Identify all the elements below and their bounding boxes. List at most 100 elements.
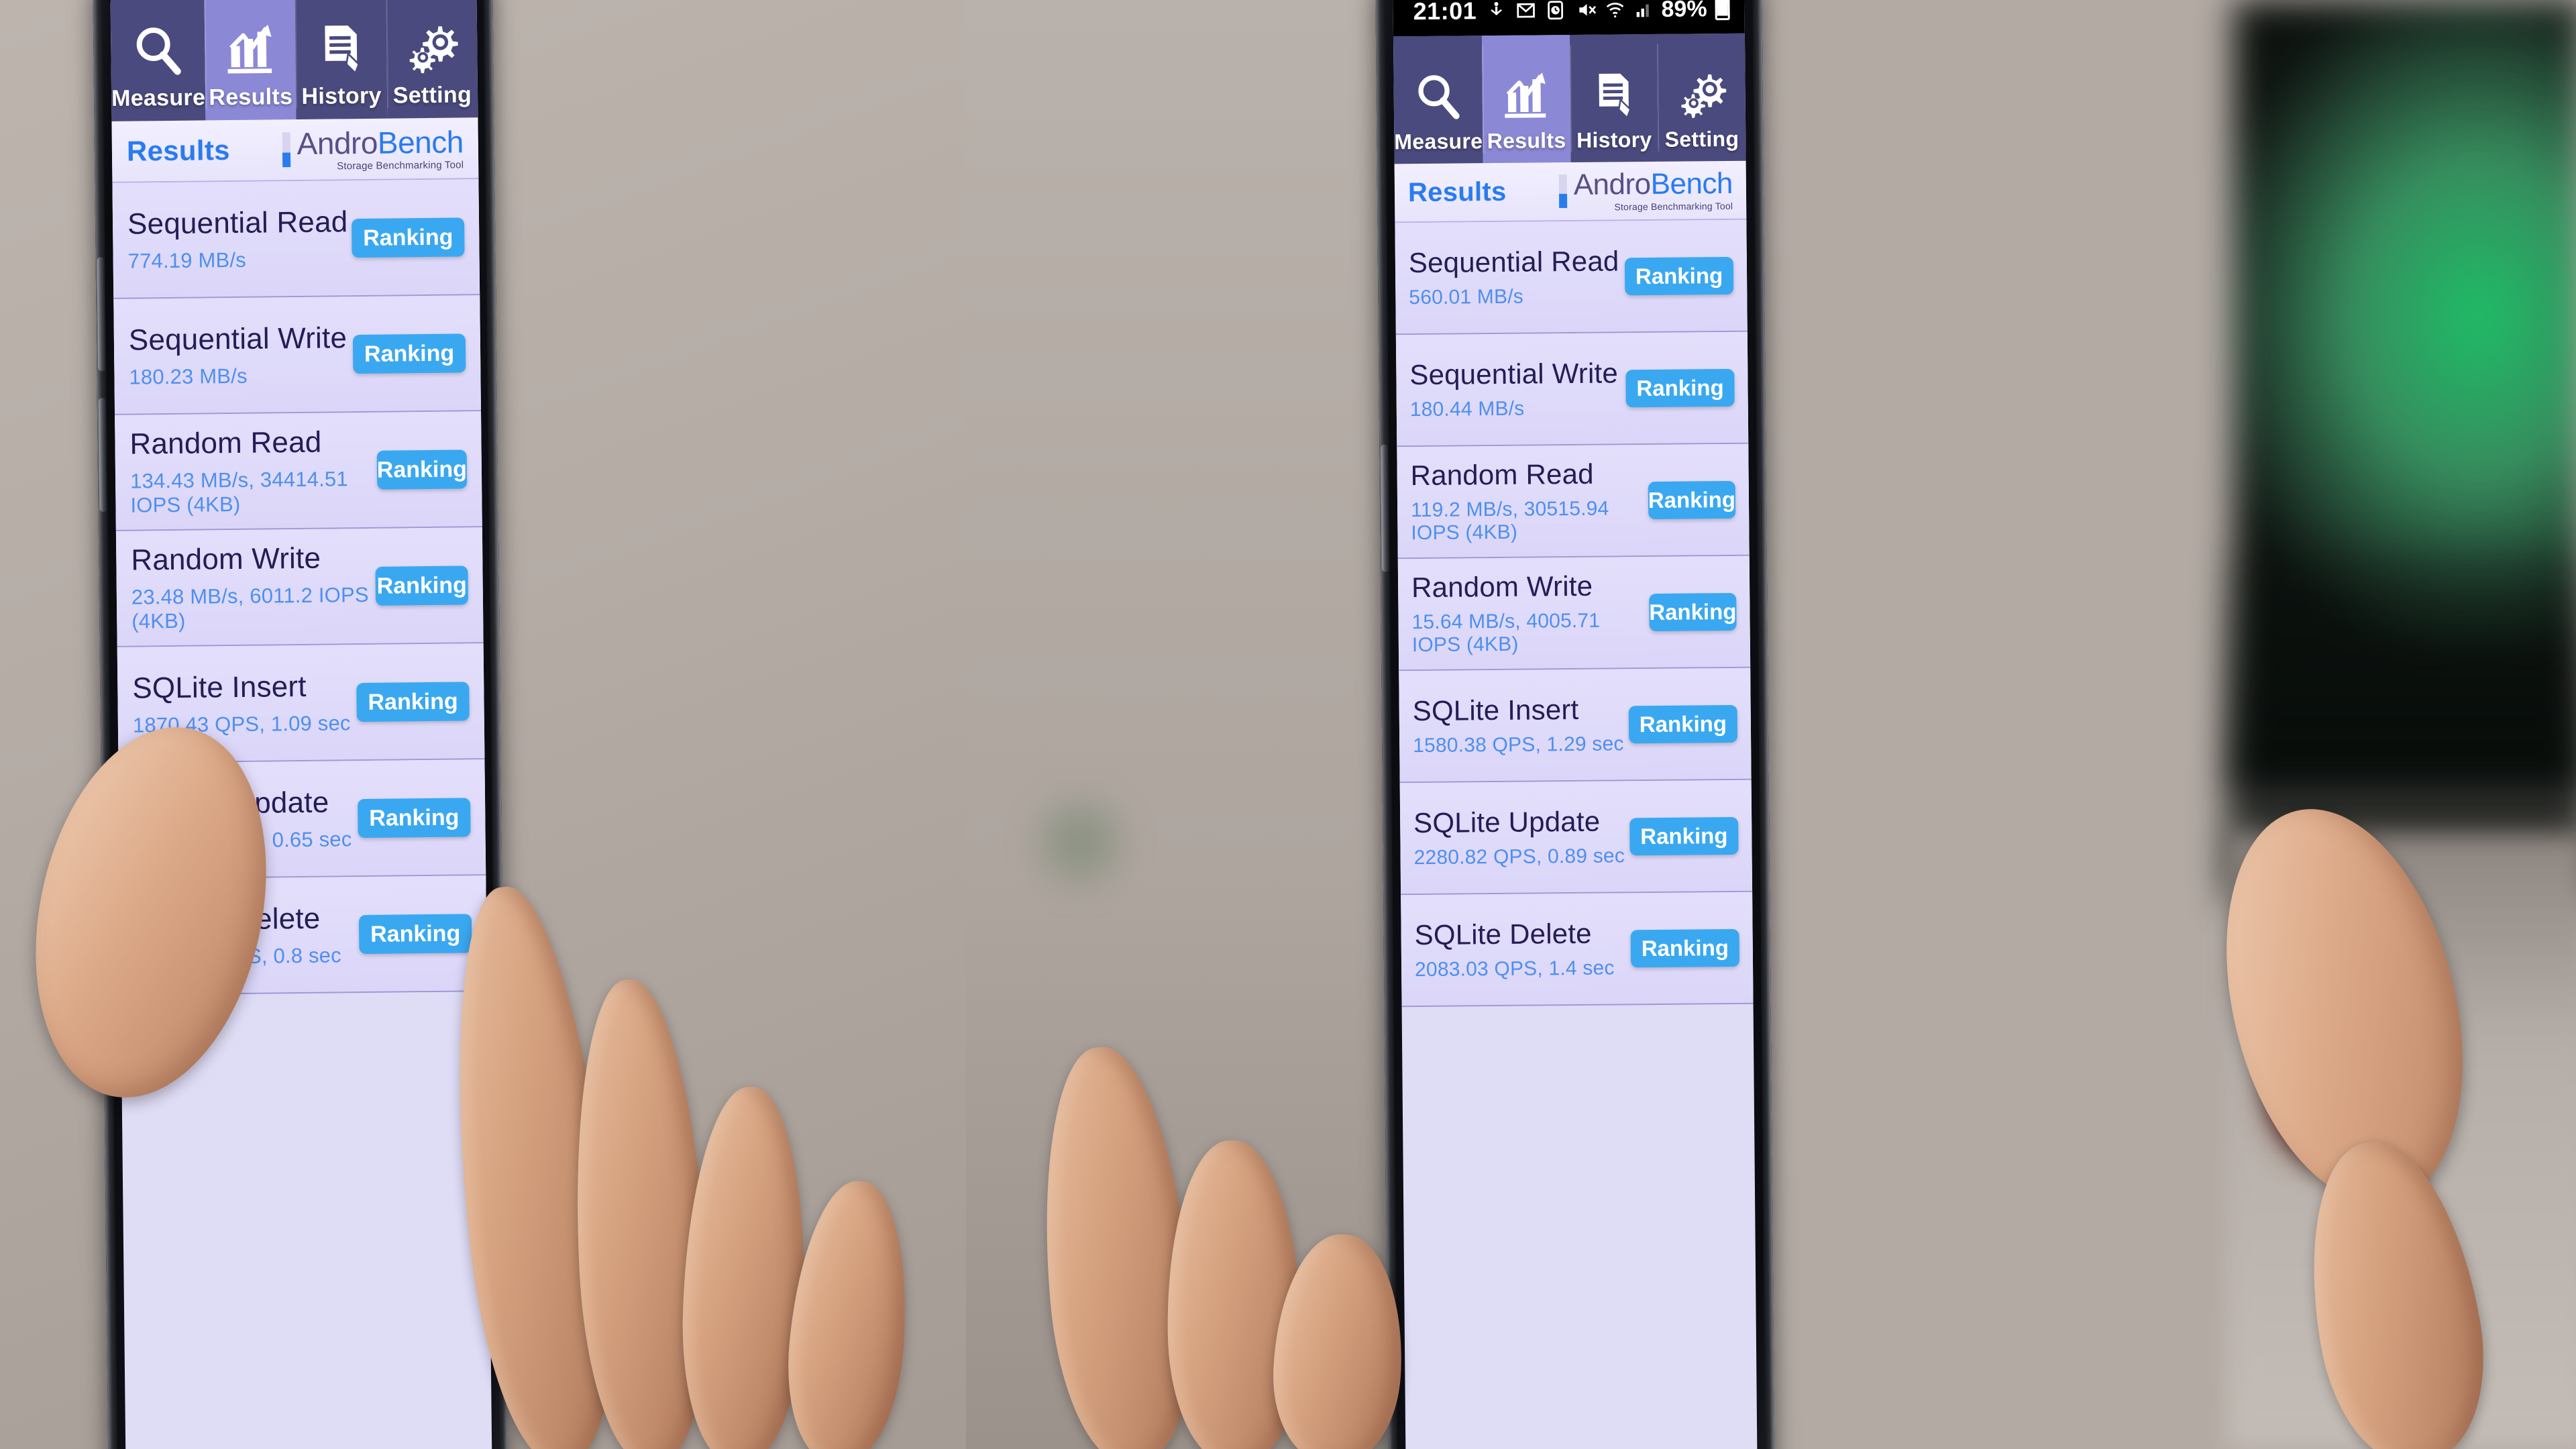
usb-debug-icon <box>1486 1 1506 21</box>
tab-bar-right: Measure Results History Setting <box>1393 33 1746 164</box>
ranking-button[interactable]: Ranking <box>358 797 471 838</box>
background-green-blur <box>1026 778 1134 906</box>
table-row: Random Write 23.48 MB/s, 6011.2 IOPS (4KB… <box>115 527 484 647</box>
mute-icon <box>1576 0 1597 20</box>
ranking-button[interactable]: Ranking <box>375 565 469 606</box>
logo-prefix: Andro <box>297 125 378 161</box>
tab-measure-left[interactable]: Measure <box>110 0 206 121</box>
table-row: SQLite Delete 3402.39 QPS, 0.8 sec Ranking <box>119 875 488 996</box>
volume-button-left-phone[interactable] <box>97 257 106 372</box>
logo-bar-icon <box>282 132 291 168</box>
row-text-block: SQLite Update 2280.82 QPS, 0.89 sec <box>1413 805 1625 869</box>
tab-history-left[interactable]: History <box>294 0 388 120</box>
table-row: SQLite Insert 1870.43 QPS, 1.09 sec Rankin… <box>117 643 485 763</box>
phone-left: Measure Results History Setting Results … <box>93 0 508 1449</box>
gears-icon <box>1675 68 1728 121</box>
tab-label: Measure <box>111 85 206 111</box>
magnifier-icon <box>129 22 186 79</box>
ranking-button[interactable]: Ranking <box>1649 592 1737 631</box>
logo-prefix: Andro <box>1573 167 1651 201</box>
tab-setting-right[interactable]: Setting <box>1657 33 1746 162</box>
battery-icon <box>1715 0 1730 21</box>
tab-measure-right[interactable]: Measure <box>1393 36 1483 164</box>
logo-suffix: Bench <box>1650 166 1733 201</box>
row-text-block: SQLite Delete 3402.39 QPS, 0.8 sec <box>135 902 341 969</box>
ranking-button[interactable]: Ranking <box>352 217 465 258</box>
ranking-button[interactable]: Ranking <box>376 449 468 490</box>
benchmark-value: 774.19 MB/s <box>127 248 247 273</box>
magnifier-icon <box>1411 70 1464 123</box>
benchmark-value: 180.23 MB/s <box>129 364 248 389</box>
table-row: Sequential Read 560.01 MB/s Ranking <box>1395 219 1748 335</box>
phone-right-screen: 21:01 89% Measure Results History Settin… <box>1393 0 1758 1449</box>
results-header-left: Results AndroBench Storage Benchmarking … <box>111 117 479 183</box>
phone-right: 21:01 89% Measure Results History Settin… <box>1375 0 1775 1449</box>
androbench-logo-left: AndroBench Storage Benchmarking Tool <box>282 124 464 172</box>
table-row: Sequential Write 180.44 MB/s Ranking <box>1395 331 1749 447</box>
page-title: Results <box>126 134 230 167</box>
row-text-block: Random Read 134.43 MB/s, 34414.51 IOPS (4… <box>129 425 377 517</box>
wifi-icon <box>1605 0 1625 20</box>
tab-label: Setting <box>392 82 472 109</box>
tab-results-right[interactable]: Results <box>1481 35 1571 164</box>
background-red-bokeh <box>2267 1020 2402 1167</box>
tab-label: Measure <box>1394 129 1483 154</box>
ranking-button[interactable]: Ranking <box>1625 368 1735 407</box>
benchmark-value: 560.01 MB/s <box>1409 285 1524 309</box>
benchmark-name: SQLite Update <box>1413 805 1601 839</box>
background-floor <box>2227 832 2576 1449</box>
ranking-button[interactable]: Ranking <box>1624 256 1734 295</box>
scene-root: Measure Results History Setting Results … <box>0 0 2576 1449</box>
ranking-button[interactable]: Ranking <box>358 913 472 954</box>
benchmark-value: 2083.03 QPS, 1.4 sec <box>1414 957 1615 981</box>
gears-icon <box>403 19 460 76</box>
ranking-button[interactable]: Ranking <box>352 333 466 374</box>
row-text-block: SQLite Delete 2083.03 QPS, 1.4 sec <box>1414 918 1614 982</box>
logo-tagline: Storage Benchmarking Tool <box>337 158 464 172</box>
benchmark-value: 119.2 MB/s, 30515.94 IOPS (4KB) <box>1410 497 1609 545</box>
tab-bar-left: Measure Results History Setting <box>110 0 478 121</box>
ranking-button[interactable]: Ranking <box>1628 704 1738 743</box>
benchmark-value: 15.64 MB/s, 4005.71 IOPS (4KB) <box>1411 609 1601 657</box>
benchmark-value: 2280.82 QPS, 0.89 sec <box>1413 845 1625 869</box>
benchmark-name: Random Read <box>1410 458 1594 492</box>
tab-setting-left[interactable]: Setting <box>386 0 478 119</box>
tab-results-left[interactable]: Results <box>204 0 297 121</box>
benchmark-value: 1580.38 QPS, 1.29 sec <box>1413 733 1624 757</box>
page-title: Results <box>1407 176 1507 207</box>
table-row: SQLite Update 3242.03 QPS, 0.65 sec Rankin… <box>118 759 486 879</box>
ranking-button[interactable]: Ranking <box>356 681 470 722</box>
status-time: 21:01 <box>1413 0 1477 25</box>
row-text-block: Sequential Read 774.19 MB/s <box>127 205 348 273</box>
benchmark-name: Sequential Read <box>1408 245 1619 279</box>
ranking-button[interactable]: Ranking <box>1629 816 1739 855</box>
clock-alarm-icon <box>1545 0 1565 20</box>
status-bar-right: 21:01 89% <box>1393 0 1745 37</box>
benchmark-name: Random Write <box>1411 570 1593 604</box>
bar-chart-icon <box>222 21 279 78</box>
benchmark-name: Sequential Write <box>128 321 347 357</box>
row-text-block: Random Write 23.48 MB/s, 6011.2 IOPS (4KB… <box>131 541 376 633</box>
ranking-button[interactable]: Ranking <box>1630 928 1740 967</box>
benchmark-name: SQLite Delete <box>134 902 321 937</box>
signal-icon <box>1633 0 1653 19</box>
benchmark-name: SQLite Update <box>133 786 329 821</box>
volume-button-right-phone[interactable] <box>1381 444 1389 572</box>
benchmark-value: 3242.03 QPS, 0.65 sec <box>133 826 352 853</box>
bar-chart-icon <box>1500 69 1553 122</box>
ranking-button[interactable]: Ranking <box>1648 480 1736 519</box>
power-button-left-phone[interactable] <box>98 398 107 513</box>
table-row: Sequential Write 180.23 MB/s Ranking <box>113 295 482 415</box>
benchmark-name: SQLite Insert <box>1412 693 1579 727</box>
benchmark-value: 23.48 MB/s, 6011.2 IOPS (4KB) <box>131 582 369 633</box>
benchmark-value: 134.43 MB/s, 34414.51 IOPS (4KB) <box>129 466 349 517</box>
benchmark-name: Random Read <box>129 425 322 461</box>
table-row: Sequential Read 774.19 MB/s Ranking <box>112 179 480 299</box>
table-row: SQLite Delete 2083.03 QPS, 1.4 sec Ranking <box>1401 892 1754 1008</box>
row-text-block: SQLite Insert 1580.38 QPS, 1.29 sec <box>1413 693 1624 757</box>
row-text-block: Sequential Write 180.23 MB/s <box>129 321 347 389</box>
tab-history-right[interactable]: History <box>1569 34 1658 163</box>
logo-bar-icon <box>1558 174 1568 209</box>
document-pen-icon <box>313 20 370 77</box>
benchmark-value: 3402.39 QPS, 0.8 sec <box>135 943 341 969</box>
